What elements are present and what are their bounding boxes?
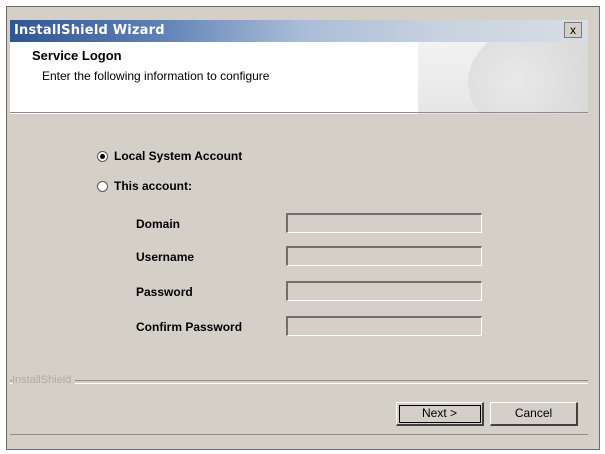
- password-field[interactable]: [286, 281, 482, 301]
- radio-local-system[interactable]: Local System Account: [97, 149, 242, 163]
- confirm-password-field[interactable]: [286, 316, 482, 336]
- header-graphic: [418, 42, 588, 114]
- domain-field[interactable]: [286, 213, 482, 233]
- bottom-divider: [10, 434, 588, 435]
- window-title: InstallShield Wizard: [14, 23, 165, 38]
- installshield-brand: InstallShield: [12, 374, 76, 386]
- username-label: Username: [136, 250, 195, 264]
- next-button[interactable]: Next >: [396, 402, 484, 426]
- confirm-password-label: Confirm Password: [136, 320, 243, 334]
- content-area: Local System Account This account: Domai…: [10, 115, 588, 383]
- radio-this-account[interactable]: This account:: [97, 179, 192, 193]
- page-subtitle: Enter the following information to confi…: [42, 69, 270, 83]
- header-panel: Service Logon Enter the following inform…: [10, 42, 588, 114]
- radio-this-account-label: This account:: [114, 179, 193, 193]
- footer-divider: [10, 380, 588, 384]
- page-title: Service Logon: [32, 48, 122, 63]
- cancel-button[interactable]: Cancel: [490, 402, 578, 426]
- radio-button-icon[interactable]: [97, 180, 108, 192]
- header-swoosh-image: [468, 42, 588, 114]
- radio-button-icon[interactable]: [97, 150, 108, 162]
- username-field[interactable]: [286, 246, 482, 266]
- close-button[interactable]: x: [564, 22, 582, 38]
- radio-local-system-label: Local System Account: [114, 149, 243, 163]
- title-bar[interactable]: InstallShield Wizard x: [10, 20, 588, 42]
- password-label: Password: [136, 285, 193, 299]
- domain-label: Domain: [136, 217, 181, 231]
